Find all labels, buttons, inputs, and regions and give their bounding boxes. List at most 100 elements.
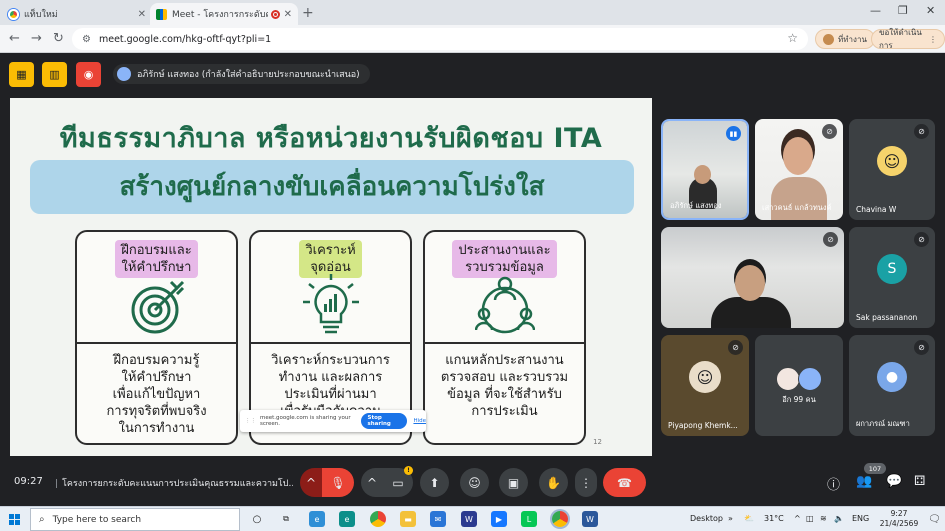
camera-options-button[interactable]: ^ (361, 468, 383, 497)
close-icon[interactable]: ✕ (138, 9, 146, 20)
participant-tile[interactable]: ⊘ (661, 227, 844, 328)
raise-hand-button[interactable]: ✋ (539, 468, 568, 497)
slide-card-coordination: ประสานงานและ รวบรวมข้อมูล แกนหลักประสานง… (423, 230, 586, 445)
hide-link[interactable]: Hide (413, 418, 426, 424)
app-w-icon[interactable]: W (461, 511, 477, 527)
info-icon[interactable]: ⓘ (827, 474, 840, 493)
weather-temp[interactable]: 31°C (764, 514, 784, 523)
participant-tile[interactable]: S ⊘ Sak passananon (849, 227, 935, 328)
stop-annotation-icon[interactable]: ▦ (9, 62, 34, 87)
chrome-active-icon[interactable] (552, 511, 568, 527)
line-icon[interactable]: L (521, 511, 537, 527)
window-close-icon[interactable]: ✕ (926, 4, 935, 17)
presenter-chip: อภิรักษ์ แสงทอง (กำลังใส่คำอธิบายประกอบข… (113, 64, 370, 84)
meeting-title: | โครงการยกระดับคะแนนการประเมินคุณธรรมและ… (55, 476, 293, 490)
meet-header: ▦ ▥ ◉ อภิรักษ์ แสงทอง (กำลังใส่คำอธิบายป… (0, 53, 945, 95)
minimize-icon[interactable]: — (870, 4, 881, 17)
clock-time: 9:27 (890, 509, 908, 518)
participant-tile[interactable]: ● ⊘ ผกาภรณ์ มณฑา (849, 335, 935, 436)
windows-start-icon[interactable] (9, 514, 20, 525)
others-count: อีก 99 คน (782, 395, 816, 404)
avatar-photo-icon: ☺ (883, 151, 901, 171)
chrome-taskbar-icon[interactable] (370, 511, 386, 527)
captions-button[interactable]: ▣ (499, 468, 528, 497)
tab-label: แท็บใหม่ (24, 10, 58, 20)
notifications-icon[interactable]: 🗨 (928, 514, 941, 525)
back-arrow-icon[interactable]: ← (9, 31, 20, 46)
tab-new-tab[interactable]: แท็บใหม่ ✕ (2, 3, 152, 25)
participant-avatar (776, 367, 800, 391)
tray-expand-icon[interactable]: ^ (794, 514, 801, 523)
person-head (783, 137, 813, 175)
hand-icon: ✋ (546, 475, 561, 490)
activities-icon[interactable]: ⚃ (914, 474, 925, 489)
language-indicator[interactable]: ENG (852, 514, 869, 523)
edge-legacy-icon[interactable]: e (309, 511, 325, 527)
mic-options-button[interactable]: ^ (300, 468, 322, 497)
participant-tile[interactable]: ☺ ⊘ Piyapong Khemk... (661, 335, 749, 436)
others-tile[interactable]: อีก 99 คน (755, 335, 843, 436)
file-explorer-icon[interactable]: ▬ (400, 511, 416, 527)
mic-off-icon: ⊘ (914, 232, 929, 247)
recording-icon (270, 9, 280, 19)
bookmark-star-icon[interactable]: ☆ (787, 31, 798, 45)
drag-handle-icon[interactable]: ⋮⋮ (245, 418, 256, 424)
annotation-tools-icon[interactable]: ▥ (42, 62, 67, 87)
chat-icon[interactable]: 💬 (886, 474, 902, 489)
participant-tile[interactable]: ▮▮ อภิรักษ์ แสงทอง (661, 119, 749, 220)
warning-badge-icon: ! (404, 466, 413, 475)
presenter-text: อภิรักษ์ แสงทอง (กำลังใส่คำอธิบายประกอบข… (137, 70, 360, 80)
cortana-icon[interactable]: ○ (249, 511, 265, 527)
taskbar-search-input[interactable]: ⌕ Type here to search (30, 508, 240, 531)
system-clock[interactable]: 9:27 21/4/2569 (876, 509, 922, 529)
profile-label: ที่ทำงาน (838, 34, 867, 44)
participant-tile[interactable]: ☺ ⊘ Chavina W (849, 119, 935, 220)
volume-icon[interactable]: 🔈 (834, 514, 844, 523)
tab-meet[interactable]: Meet - โครงการกระดับคะแนน ✕ (150, 3, 298, 25)
reactions-button[interactable]: ☺ (460, 468, 489, 497)
task-view-icon[interactable]: ⧉ (278, 511, 294, 527)
slide-title: ทีมธรรมาภิบาล หรือหน่วยงานรับผิดชอบ ITA (59, 123, 603, 154)
word-icon[interactable]: W (582, 511, 598, 527)
more-options-button[interactable]: ⋮ (575, 468, 597, 497)
presenter-avatar (117, 67, 131, 81)
participant-name: Chavina W (856, 205, 897, 214)
mic-toggle-button[interactable]: 🎙 (322, 468, 354, 497)
desktop-label[interactable]: Desktop (690, 514, 723, 523)
restore-icon[interactable]: ❐ (898, 4, 908, 17)
participant-name: อภิรักษ์ แสงทอง (670, 201, 722, 210)
people-icon[interactable]: 👥 (856, 474, 872, 489)
present-button[interactable]: ⬆ (420, 468, 449, 497)
forward-arrow-icon[interactable]: → (31, 31, 42, 46)
record-icon[interactable]: ◉ (76, 62, 101, 87)
chevron-icon[interactable]: » (728, 514, 733, 523)
edge-icon[interactable]: e (339, 511, 355, 527)
reload-icon[interactable]: ↻ (53, 31, 64, 46)
speaking-indicator-icon: ▮▮ (726, 126, 741, 141)
new-tab-plus-icon[interactable]: + (302, 5, 314, 21)
card-divider (249, 342, 412, 344)
mail-icon[interactable]: ✉ (430, 511, 446, 527)
card-divider (423, 342, 586, 344)
mic-off-icon: ⊘ (823, 232, 838, 247)
windows-taskbar: ⌕ Type here to search ○ ⧉ e e ▬ ✉ W ▶ L … (0, 506, 945, 531)
clock-date: 21/4/2569 (879, 519, 919, 528)
network-icon[interactable]: ◫ (806, 514, 814, 523)
browser-toolbar: ← → ↻ ⚙ meet.google.com/hkg-oftf-qyt?pli… (0, 25, 945, 53)
leave-call-button[interactable]: ☎ (603, 468, 646, 497)
wifi-icon[interactable]: ≋ (820, 514, 827, 523)
meeting-time: 09:27 (14, 476, 43, 487)
zoom-icon[interactable]: ▶ (491, 511, 507, 527)
update-button[interactable]: ขอให้ดำเนินการ ⋮ (871, 28, 945, 50)
site-info-icon[interactable]: ⚙ (82, 34, 91, 45)
weather-icon[interactable]: ⛅ (744, 514, 754, 523)
profile-button[interactable]: ที่ทำงาน (815, 29, 875, 49)
participant-avatar: S (877, 254, 907, 285)
mic-off-icon: ⊘ (914, 340, 929, 355)
address-bar[interactable]: ⚙ meet.google.com/hkg-oftf-qyt?pli=1 ☆ (72, 28, 808, 50)
close-icon[interactable]: ✕ (284, 9, 292, 20)
participant-count-badge: 107 (864, 463, 886, 474)
stop-sharing-button[interactable]: Stop sharing (361, 413, 408, 429)
participant-tile[interactable]: ⊘ เสาวคนธ์ แกล้วทนงค์ (755, 119, 843, 220)
update-label: ขอให้ดำเนินการ (879, 28, 922, 50)
